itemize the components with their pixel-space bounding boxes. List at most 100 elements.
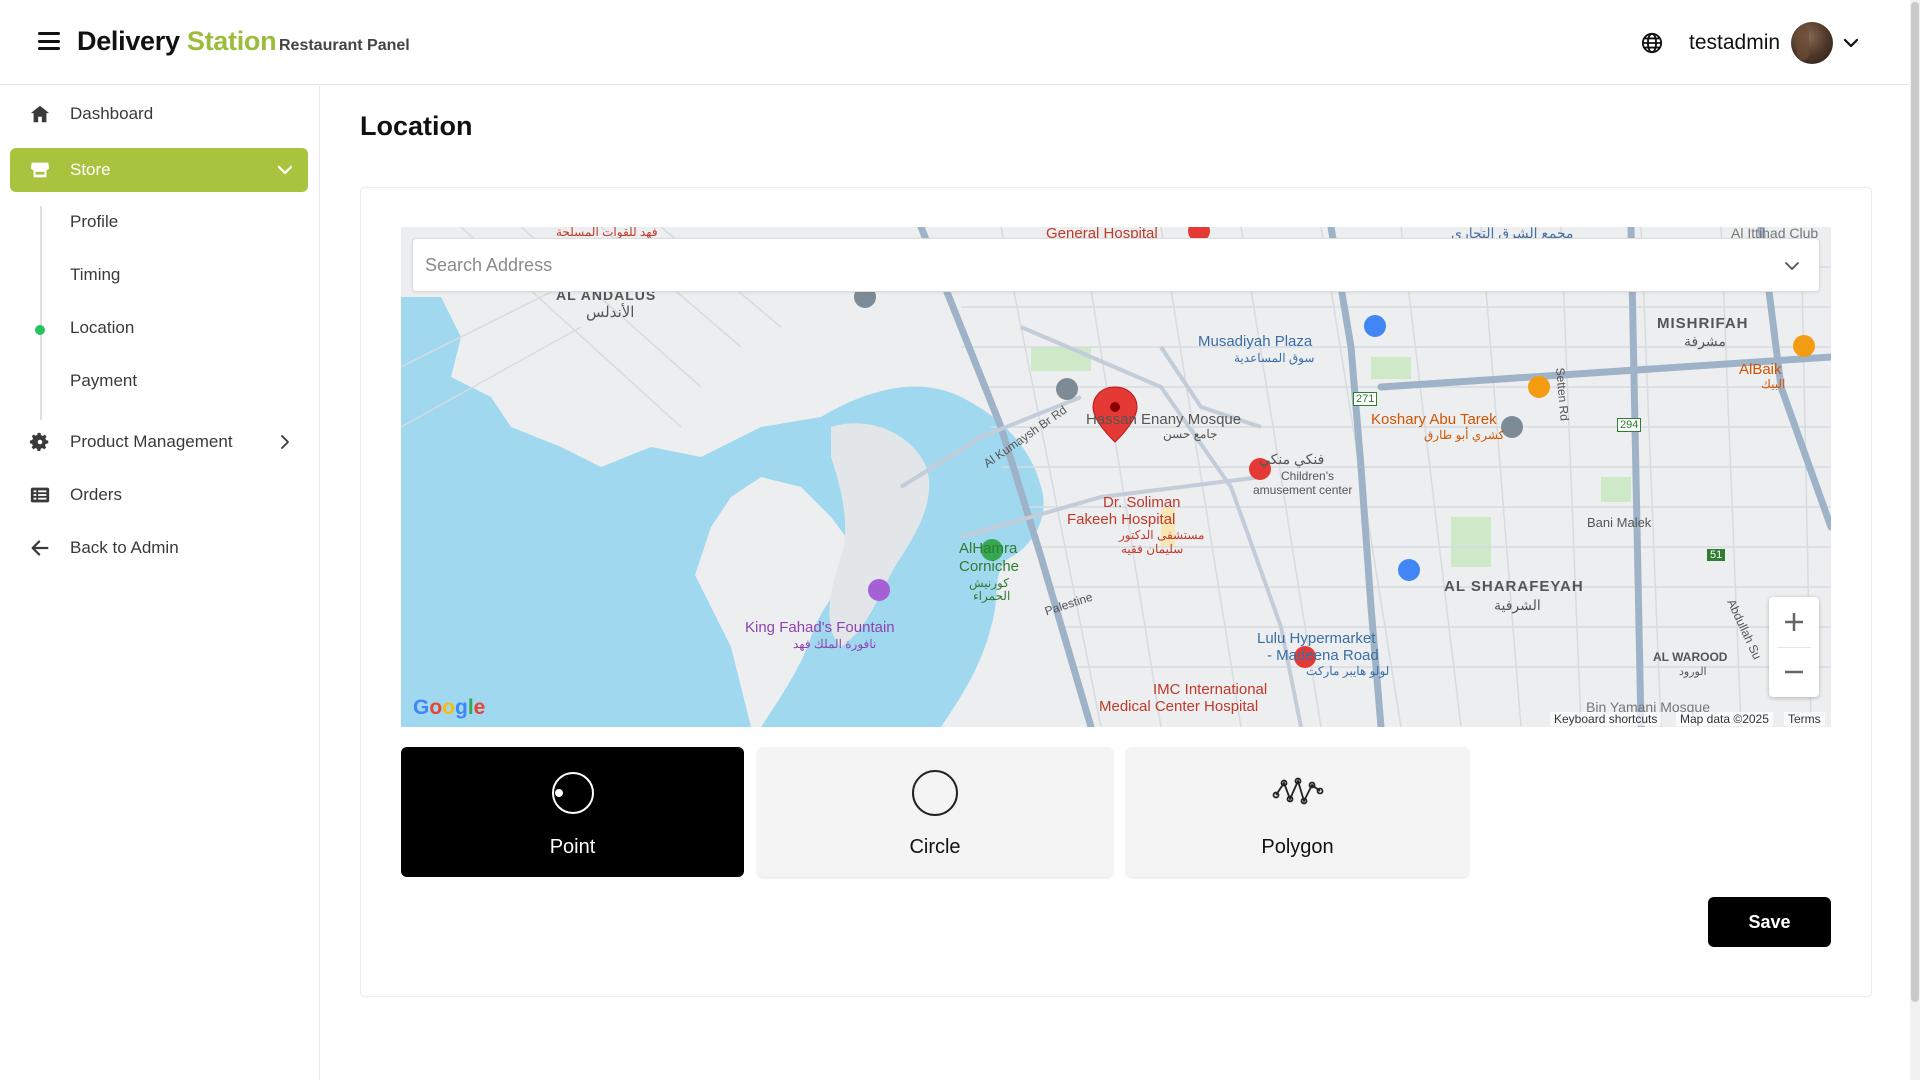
polygon-icon: [1272, 777, 1323, 805]
gear-icon: [29, 432, 49, 451]
map-label: مستشفى الدكتور: [1119, 528, 1205, 542]
map-label: Bani Malek: [1587, 515, 1652, 530]
avatar[interactable]: [1791, 22, 1833, 64]
circle-icon: [912, 770, 958, 816]
map-label: Children's: [1281, 469, 1334, 483]
restaurant-poi: [1528, 376, 1550, 398]
park-area: [1451, 517, 1491, 567]
point-shape-button[interactable]: Point: [401, 747, 744, 877]
map-label: جامع حسن: [1163, 427, 1218, 441]
search-address-box[interactable]: [412, 238, 1820, 292]
sidebar-item-label: Dashboard: [70, 104, 154, 123]
shape-label: Polygon: [1261, 836, 1334, 858]
zoom-controls: [1769, 597, 1819, 697]
map-label: amusement center: [1253, 483, 1353, 497]
shape-label: Circle: [909, 836, 961, 858]
brand-subtitle: Restaurant Panel: [279, 37, 410, 54]
map-label: King Fahad's Fountain: [745, 619, 895, 636]
map-label: AlHamra: [959, 540, 1018, 557]
brand-logo: Delivery Station: [77, 26, 277, 57]
sidebar-item-store[interactable]: Store: [10, 148, 308, 192]
username-label[interactable]: testadmin: [1689, 31, 1780, 55]
sidebar-item-back-to-admin[interactable]: Back to Admin: [10, 526, 308, 570]
scrollbar-thumb[interactable]: [1911, 2, 1919, 1002]
map-label: Corniche: [959, 558, 1020, 575]
map-data-attribution: Map data ©2025: [1676, 712, 1773, 726]
route-shield: 271: [1353, 392, 1378, 406]
mosque-poi: [1056, 378, 1078, 400]
park-area: [1601, 477, 1631, 502]
save-button[interactable]: Save: [1708, 897, 1831, 947]
sidebar-subitem-location[interactable]: Location: [70, 318, 134, 338]
brand-primary: Delivery: [77, 26, 180, 56]
point-icon: [551, 772, 594, 814]
map-label: MISHRIFAH: [1657, 315, 1749, 332]
map-label: AL SHARAFEYAH: [1444, 578, 1584, 595]
map-label: كورنيش: [969, 576, 1009, 590]
map-label: الورود: [1679, 666, 1707, 678]
shape-label: Point: [549, 836, 596, 858]
brand-secondary: Station: [186, 26, 277, 56]
restaurant-poi: [1793, 335, 1815, 357]
amusement-poi: [1501, 416, 1523, 438]
route-shield: 51: [1707, 549, 1726, 561]
map-label: Dr. Soliman: [1103, 494, 1181, 511]
map-label: Medical Center Hospital: [1099, 698, 1259, 715]
zoom-in-button[interactable]: [1769, 597, 1819, 647]
map-label: IMC International: [1153, 681, 1268, 698]
map-label: سليمان فقيه: [1121, 542, 1184, 556]
sidebar-item-product-management[interactable]: Product Management: [10, 420, 308, 464]
active-indicator-dot: [35, 325, 45, 335]
polygon-shape-button[interactable]: Polygon: [1126, 747, 1469, 877]
list-icon: [30, 487, 50, 503]
submenu-line: [40, 206, 42, 420]
map-label: فنكي منكي: [1259, 451, 1325, 467]
search-address-input[interactable]: [425, 239, 1765, 291]
map-label: البيك: [1761, 377, 1786, 391]
chevron-right-icon: [281, 435, 289, 449]
map-label: Koshary Abu Tarek: [1371, 411, 1497, 428]
top-header: Delivery Station Restaurant Panel testad…: [0, 0, 1910, 85]
map-label: مشرفة: [1684, 333, 1726, 349]
chevron-down-icon[interactable]: [1783, 257, 1801, 275]
shopping-poi: [1364, 315, 1386, 337]
google-logo[interactable]: Google: [413, 696, 485, 720]
chevron-down-icon[interactable]: [1842, 34, 1860, 52]
chevron-down-icon: [277, 165, 293, 175]
sidebar-subitem-timing[interactable]: Timing: [70, 265, 120, 285]
map-label: الحمراء: [973, 589, 1011, 603]
map-label: الأندلس: [586, 304, 635, 321]
terms-link[interactable]: Terms: [1784, 712, 1825, 726]
sidebar-subitem-profile[interactable]: Profile: [70, 212, 118, 232]
sidebar-subitem-payment[interactable]: Payment: [70, 371, 137, 391]
map-label: - Madeena Road: [1267, 647, 1379, 664]
home-icon: [30, 105, 50, 123]
map-label: الشرفية: [1494, 597, 1541, 613]
fountain-poi: [868, 579, 890, 601]
zoom-out-button[interactable]: [1769, 647, 1819, 697]
sidebar-item-orders[interactable]: Orders: [10, 473, 308, 517]
map-canvas[interactable]: فهد للقوات المسلحة General Hospital مجمع…: [401, 227, 1831, 727]
map-label: AL WAROOD: [1653, 650, 1728, 664]
map-label: Fakeeh Hospital: [1067, 511, 1176, 528]
page-scrollbar[interactable]: [1910, 0, 1920, 1080]
app-root: Delivery Station Restaurant Panel testad…: [0, 0, 1920, 1080]
shopping-poi: [1398, 559, 1420, 581]
circle-shape-button[interactable]: Circle: [757, 747, 1113, 877]
sidebar-item-label: Product Management: [70, 432, 233, 451]
map-label: لولو هايبر ماركت: [1306, 664, 1390, 678]
arrow-left-icon: [31, 540, 49, 556]
route-shield: 294: [1617, 418, 1642, 432]
plus-icon: [1785, 613, 1803, 631]
sidebar-item-label: Orders: [70, 485, 122, 504]
map-label: نافورة الملك فهد: [793, 637, 877, 651]
minus-icon: [1785, 670, 1803, 674]
park-area: [1031, 347, 1091, 371]
keyboard-shortcuts-link[interactable]: Keyboard shortcuts: [1550, 712, 1662, 726]
sidebar: Dashboard Store Profile Timing Location …: [0, 86, 320, 1080]
menu-toggle-icon[interactable]: [38, 32, 60, 50]
globe-icon[interactable]: [1641, 32, 1663, 54]
park-area: [1371, 357, 1411, 379]
sidebar-item-dashboard[interactable]: Dashboard: [10, 92, 308, 136]
store-icon: [30, 162, 50, 178]
